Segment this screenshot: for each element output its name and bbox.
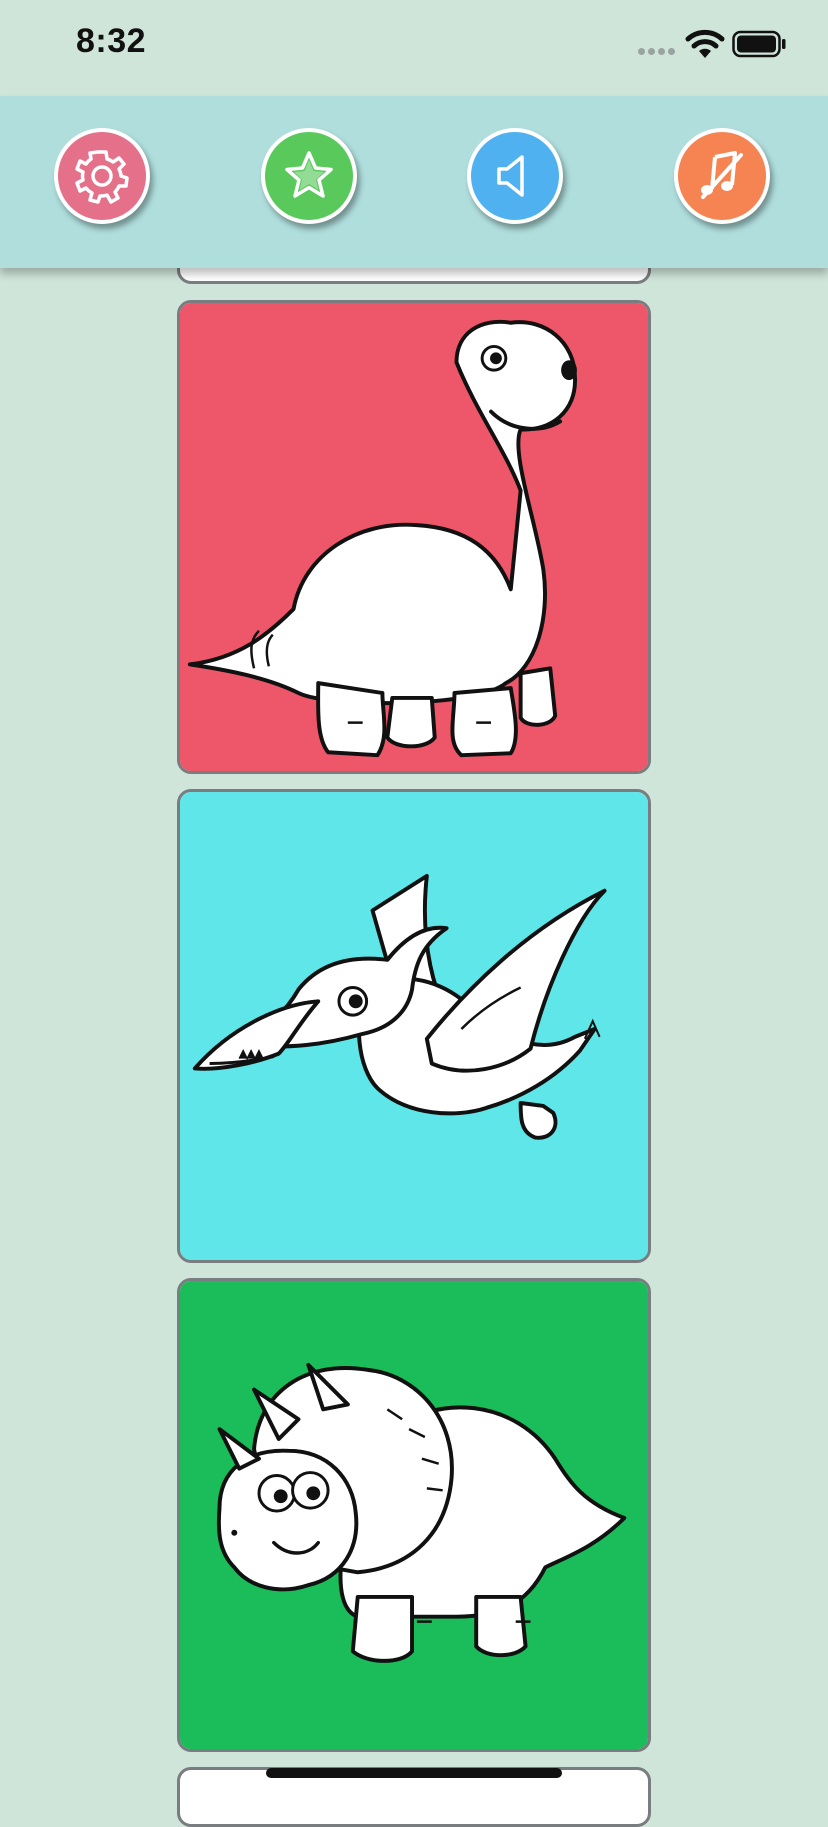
top-toolbar (0, 96, 828, 268)
coloring-card[interactable] (177, 1278, 651, 1752)
coloring-card[interactable] (177, 789, 651, 1263)
pterodactyl-drawing (180, 792, 648, 1260)
gear-icon (75, 150, 129, 204)
brontosaurus-drawing (180, 303, 648, 771)
coloring-card[interactable] (177, 300, 651, 774)
triceratops-drawing (180, 1281, 648, 1749)
favorites-button[interactable] (261, 128, 357, 224)
home-indicator[interactable] (266, 1768, 562, 1778)
settings-button[interactable] (54, 128, 150, 224)
star-icon (285, 151, 333, 198)
music-button[interactable] (674, 128, 770, 224)
speaker-icon (497, 155, 524, 197)
coloring-page-gallery (0, 0, 828, 1827)
sound-button[interactable] (467, 128, 563, 224)
music-off-icon (701, 151, 743, 199)
